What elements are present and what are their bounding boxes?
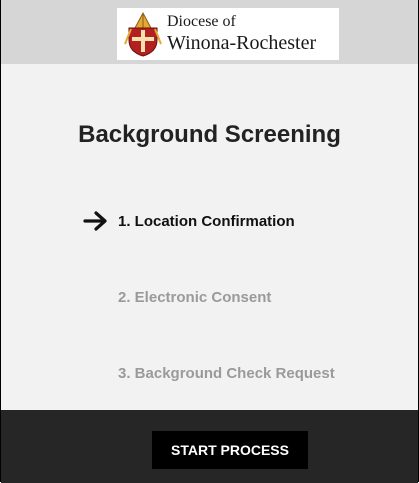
start-process-button[interactable]: START PROCESS (152, 431, 308, 469)
page-title: Background Screening (78, 121, 341, 148)
arrow-right-icon (83, 211, 107, 231)
step-background-check-request: 3. Background Check Request (118, 365, 335, 382)
coat-of-arms-icon (124, 11, 162, 57)
logo-text-line1: Diocese of (167, 13, 236, 30)
footer-bar: START PROCESS (1, 410, 418, 483)
screening-panel: Diocese of Winona-Rochester Background S… (0, 0, 419, 483)
step-location-confirmation: 1. Location Confirmation (118, 213, 295, 230)
logo-text-line2: Winona-Rochester (167, 32, 317, 54)
step-electronic-consent: 2. Electronic Consent (118, 289, 272, 306)
diocese-logo: Diocese of Winona-Rochester (117, 8, 339, 60)
header: Diocese of Winona-Rochester (1, 0, 418, 64)
